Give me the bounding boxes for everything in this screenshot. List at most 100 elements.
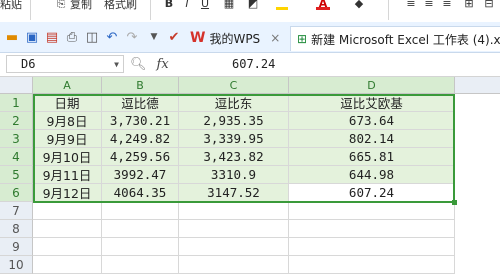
borders-icon[interactable]: ▦ [222, 0, 236, 10]
row-header[interactable]: 1 [0, 94, 33, 112]
empty-cell[interactable] [289, 220, 455, 238]
fill-handle[interactable] [452, 200, 457, 205]
table-header-cell[interactable]: 逗比德 [102, 94, 179, 112]
sheet-icon: ⊞ [297, 32, 308, 46]
column-header-d[interactable]: D [289, 77, 455, 94]
table-cell[interactable]: 3,423.82 [179, 148, 289, 166]
empty-cell[interactable] [179, 202, 289, 220]
quick-access-toolbar: ▬ ▣ ▤ ⎙ ◫ ↶ ↷ ▼ ✔ W 我的WPS × ⊞ 新建 Microso… [0, 22, 500, 53]
tab-workbook[interactable]: ⊞ 新建 Microsoft Excel 工作表 (4).xl [290, 26, 500, 51]
open-folder-icon[interactable]: ▬ [4, 29, 20, 45]
empty-cell[interactable] [102, 220, 179, 238]
table-cell[interactable]: 3147.52 [179, 184, 289, 202]
close-icon[interactable]: × [270, 31, 280, 45]
table-cell[interactable]: 673.64 [289, 112, 455, 130]
wps-logo-icon: W [190, 30, 206, 46]
empty-cell[interactable] [102, 256, 179, 274]
name-box[interactable]: D6 ▼ [6, 55, 124, 73]
table-cell[interactable]: 4,249.82 [102, 130, 179, 148]
row-header[interactable]: 8 [0, 220, 33, 238]
table-cell[interactable]: 9月8日 [33, 112, 102, 130]
table-cell[interactable]: 3,339.95 [179, 130, 289, 148]
column-header-c[interactable]: C [179, 77, 289, 94]
formula-bar: D6 ▼ 🔍︎ fx 607.24 [0, 53, 500, 77]
row-header[interactable]: 3 [0, 130, 33, 148]
table-cell[interactable]: 2,935.35 [179, 112, 289, 130]
align-top-icon[interactable]: ≡ [404, 0, 418, 10]
format-painter-button[interactable]: 格式刷 [104, 0, 137, 12]
active-cell[interactable]: 607.24 [289, 184, 455, 202]
formula-input[interactable]: 607.24 [232, 57, 275, 71]
row-header[interactable]: 9 [0, 238, 33, 256]
row-header[interactable]: 6 [0, 184, 33, 202]
print-icon[interactable]: ⎙ [64, 29, 80, 45]
table-cell[interactable]: 644.98 [289, 166, 455, 184]
underline-icon[interactable]: U [198, 0, 212, 10]
column-header-a[interactable]: A [33, 77, 102, 94]
row-header[interactable]: 2 [0, 112, 33, 130]
table-header-cell[interactable]: 逗比东 [179, 94, 289, 112]
table-header-cell[interactable]: 日期 [33, 94, 102, 112]
table-cell[interactable]: 665.81 [289, 148, 455, 166]
empty-cell[interactable] [179, 256, 289, 274]
copy-icon[interactable]: ⎘ [54, 0, 68, 11]
table-cell[interactable]: 4064.35 [102, 184, 179, 202]
empty-cell[interactable] [289, 202, 455, 220]
empty-cell[interactable] [33, 256, 102, 274]
table-cell[interactable]: 802.14 [289, 130, 455, 148]
select-all-corner[interactable] [0, 77, 33, 94]
italic-icon[interactable]: I [180, 0, 194, 10]
merge-icon[interactable]: ⊞ [462, 0, 476, 10]
column-header-e[interactable] [455, 77, 500, 94]
row-header[interactable]: 5 [0, 166, 33, 184]
eraser-icon[interactable]: ◆ [352, 0, 366, 10]
undo-icon[interactable]: ↶ [104, 29, 120, 45]
row-header[interactable]: 4 [0, 148, 33, 166]
save-icon[interactable]: ▣ [24, 29, 40, 45]
ribbon: 粘贴 ⎘ 复制 格式刷 B I U ▦ ◩ A ◆ ≡ ≡ ≡ ⊞ ⊟ [0, 0, 500, 23]
customize-toolbar-icon[interactable]: ▼ [146, 29, 162, 45]
empty-cell[interactable] [33, 238, 102, 256]
empty-cell[interactable] [102, 202, 179, 220]
empty-cell[interactable] [179, 238, 289, 256]
table-cell[interactable]: 9月9日 [33, 130, 102, 148]
ribbon-divider [388, 0, 389, 20]
table-cell[interactable]: 9月11日 [33, 166, 102, 184]
row-header[interactable]: 7 [0, 202, 33, 220]
empty-cell[interactable] [289, 256, 455, 274]
tab-my-wps[interactable]: W 我的WPS × [190, 26, 280, 50]
copy-button[interactable]: 复制 [70, 0, 92, 12]
align-middle-icon[interactable]: ≡ [422, 0, 436, 10]
empty-cell[interactable] [179, 220, 289, 238]
table-cell[interactable]: 9月12日 [33, 184, 102, 202]
fill-color-icon[interactable]: ◩ [246, 0, 260, 10]
empty-cell[interactable] [102, 238, 179, 256]
tab-label: 我的WPS [209, 31, 261, 46]
table-cell[interactable]: 3,730.21 [102, 112, 179, 130]
empty-cell[interactable] [33, 220, 102, 238]
bold-icon[interactable]: B [162, 0, 176, 10]
table-cell[interactable]: 4,259.56 [102, 148, 179, 166]
paste-button[interactable]: 粘贴 [0, 0, 22, 12]
ribbon-divider [150, 0, 151, 20]
empty-cell[interactable] [33, 202, 102, 220]
table-cell[interactable]: 3310.9 [179, 166, 289, 184]
table-cell[interactable]: 3992.47 [102, 166, 179, 184]
redo-icon[interactable]: ↷ [124, 29, 140, 45]
row-header[interactable]: 10 [0, 256, 33, 274]
export-pdf-icon[interactable]: ▤ [44, 29, 60, 45]
table-cell[interactable]: 9月10日 [33, 148, 102, 166]
table-header-cell[interactable]: 逗比艾欧基 [289, 94, 455, 112]
spellcheck-icon[interactable]: ✔ [166, 29, 182, 45]
empty-cell[interactable] [289, 238, 455, 256]
fill-color-swatch [276, 7, 288, 10]
wrap-icon[interactable]: ⊟ [482, 0, 496, 10]
print-preview-icon[interactable]: ◫ [84, 29, 100, 45]
chevron-down-icon[interactable]: ▼ [114, 60, 119, 69]
spreadsheet-grid: A B C D 1 2 3 4 5 6 7 8 9 10 日期 逗比德 逗比东 … [0, 77, 500, 274]
ribbon-divider [30, 0, 31, 20]
align-bottom-icon[interactable]: ≡ [440, 0, 454, 10]
zoom-icon[interactable]: 🔍︎ [130, 57, 147, 72]
column-header-b[interactable]: B [102, 77, 179, 94]
insert-function-icon[interactable]: fx [157, 57, 169, 72]
